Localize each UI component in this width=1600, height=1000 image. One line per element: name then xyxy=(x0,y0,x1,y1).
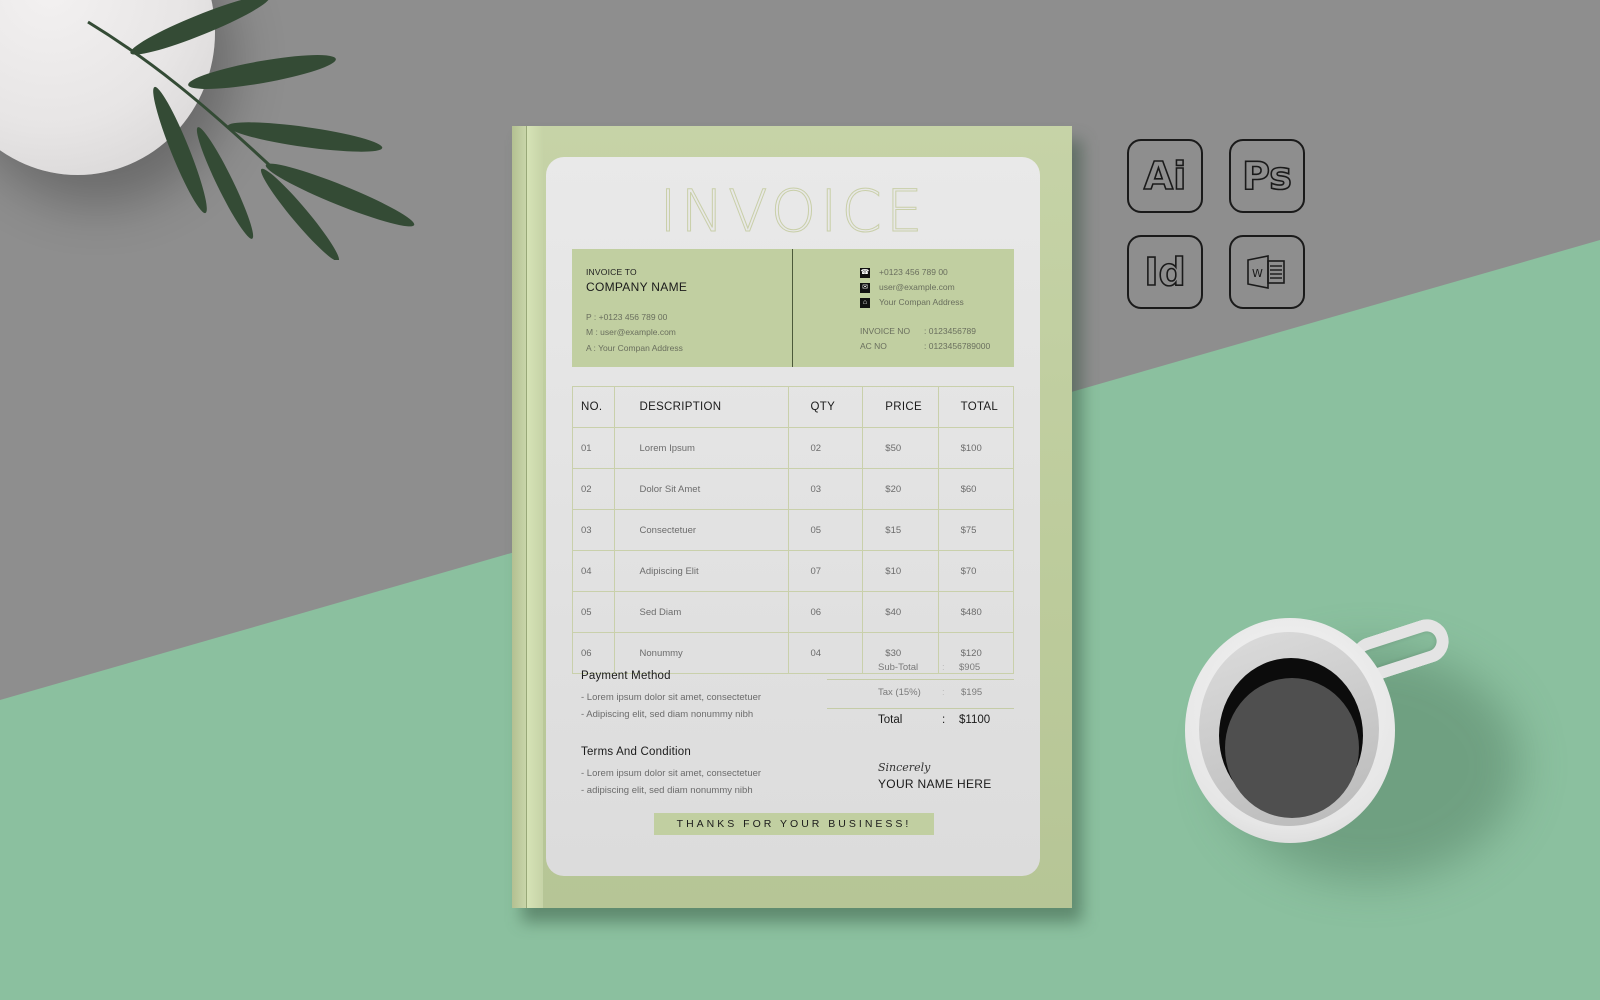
table-row: 05 Sed Diam 06 $40 $480 xyxy=(572,591,1015,633)
col-header-no: NO. xyxy=(572,386,615,428)
thanks-banner: THANKS FOR YOUR BUSINESS! xyxy=(654,813,934,835)
terms-line: - Lorem ipsum dolor sit amet, consectetu… xyxy=(581,768,762,779)
cell-price: $50 xyxy=(862,427,939,469)
coffee-mug xyxy=(1185,618,1395,843)
total-sep: : xyxy=(942,714,946,726)
cell-total: $70 xyxy=(937,550,1015,592)
terms-line: - adipiscing elit, sed diam nonummy nibh xyxy=(581,785,753,796)
invoice-no-label: INVOICE NO xyxy=(860,326,911,336)
word-label: W xyxy=(1252,267,1263,280)
illustrator-label: Ai xyxy=(1143,153,1187,199)
table-row: 06 Nonummy 04 $30 $120 xyxy=(572,632,1015,674)
word-glyph-icon: W xyxy=(1247,255,1285,289)
signoff: Sincerely xyxy=(878,761,931,774)
total-value: $1100 xyxy=(959,714,991,726)
paper-spine xyxy=(512,126,527,908)
invoice-title: INVOICE xyxy=(659,177,927,246)
sender-email: user@example.com xyxy=(879,282,955,292)
cell-description: Lorem Ipsum xyxy=(613,427,789,469)
table-row: 02 Dolor Sit Amet 03 $20 $60 xyxy=(572,468,1015,510)
cell-description: Nonummy xyxy=(613,632,789,674)
sender-address: Your Compan Address xyxy=(879,297,964,307)
sender-phone: +0123 456 789 00 xyxy=(879,267,948,277)
cell-no: 05 xyxy=(572,591,615,633)
cell-qty: 04 xyxy=(787,632,864,674)
home-icon: ⌂ xyxy=(860,298,870,308)
cell-no: 01 xyxy=(572,427,615,469)
col-header-description: DESCRIPTION xyxy=(613,386,789,428)
paper-spine-highlight xyxy=(527,126,543,908)
illustrator-icon: Ai xyxy=(1127,139,1203,213)
cell-total: $480 xyxy=(937,591,1015,633)
info-divider xyxy=(792,249,793,367)
subtotal-value: $905 xyxy=(959,662,981,673)
cell-qty: 07 xyxy=(787,550,864,592)
payment-method-title: Payment Method xyxy=(581,670,671,682)
phone-icon: ☎ xyxy=(860,268,870,278)
tax-sep: : xyxy=(942,687,945,698)
bill-to-phone: P : +0123 456 789 00 xyxy=(586,312,668,322)
cell-description: Consectetuer xyxy=(613,509,789,551)
ac-no-value: : 0123456789000 xyxy=(924,341,991,351)
company-name: COMPANY NAME xyxy=(586,280,688,294)
total-label: Total xyxy=(878,714,903,726)
indesign-label: Id xyxy=(1144,249,1187,295)
invoice-to-label: INVOICE TO xyxy=(586,267,637,277)
cell-qty: 06 xyxy=(787,591,864,633)
coffee-surface xyxy=(1225,678,1359,818)
photoshop-icon: Ps xyxy=(1229,139,1305,213)
cell-description: Sed Diam xyxy=(613,591,789,633)
mail-icon: ✉ xyxy=(860,283,870,293)
signer-name: YOUR NAME HERE xyxy=(878,777,992,791)
col-header-total: TOTAL xyxy=(937,386,1015,428)
cell-qty: 02 xyxy=(787,427,864,469)
table-row: 03 Consectetuer 05 $15 $75 xyxy=(572,509,1015,551)
terms-title: Terms And Condition xyxy=(581,746,691,758)
cell-total: $60 xyxy=(937,468,1015,510)
cell-total: $100 xyxy=(937,427,1015,469)
cell-no: 06 xyxy=(572,632,615,674)
bill-to-email: M : user@example.com xyxy=(586,327,676,337)
invoice-document: INVOICE INVOICE TO COMPANY NAME P : +012… xyxy=(512,126,1072,908)
cell-price: $40 xyxy=(862,591,939,633)
tax-label: Tax (15%) xyxy=(878,687,921,698)
payment-line: - Adipiscing elit, sed diam nonummy nibh xyxy=(581,709,754,720)
mug-interior xyxy=(1199,632,1379,826)
tax-value: $195 xyxy=(961,687,983,698)
cell-qty: 05 xyxy=(787,509,864,551)
indesign-icon: Id xyxy=(1127,235,1203,309)
photoshop-label: Ps xyxy=(1241,153,1292,199)
totals-divider xyxy=(827,708,1014,709)
ac-no-label: AC NO xyxy=(860,341,887,351)
cell-total: $75 xyxy=(937,509,1015,551)
subtotal-sep: : xyxy=(942,662,945,673)
cell-no: 03 xyxy=(572,509,615,551)
table-row: 04 Adipiscing Elit 07 $10 $70 xyxy=(572,550,1015,592)
subtotal-label: Sub-Total xyxy=(878,662,919,673)
olive-branch-icon xyxy=(87,0,415,260)
invoice-no-value: : 0123456789 xyxy=(924,326,976,336)
table-header-row: NO. DESCRIPTION QTY PRICE TOTAL xyxy=(572,386,1015,428)
cell-description: Dolor Sit Amet xyxy=(613,468,789,510)
col-header-qty: QTY xyxy=(787,386,864,428)
col-header-price: PRICE xyxy=(862,386,939,428)
totals-divider xyxy=(827,679,1014,680)
word-icon: W xyxy=(1229,235,1305,309)
cell-qty: 03 xyxy=(787,468,864,510)
cell-no: 02 xyxy=(572,468,615,510)
cell-price: $20 xyxy=(862,468,939,510)
table-row: 01 Lorem Ipsum 02 $50 $100 xyxy=(572,427,1015,469)
cell-price: $10 xyxy=(862,550,939,592)
cell-price: $15 xyxy=(862,509,939,551)
info-panel: INVOICE TO COMPANY NAME P : +0123 456 78… xyxy=(572,249,1014,367)
cell-description: Adipiscing Elit xyxy=(613,550,789,592)
line-items-table: NO. DESCRIPTION QTY PRICE TOTAL 01 Lorem … xyxy=(572,386,1015,674)
cell-no: 04 xyxy=(572,550,615,592)
payment-line: - Lorem ipsum dolor sit amet, consectetu… xyxy=(581,692,762,703)
bill-to-address: A : Your Compan Address xyxy=(586,343,683,353)
invoice-card: INVOICE INVOICE TO COMPANY NAME P : +012… xyxy=(546,157,1040,876)
